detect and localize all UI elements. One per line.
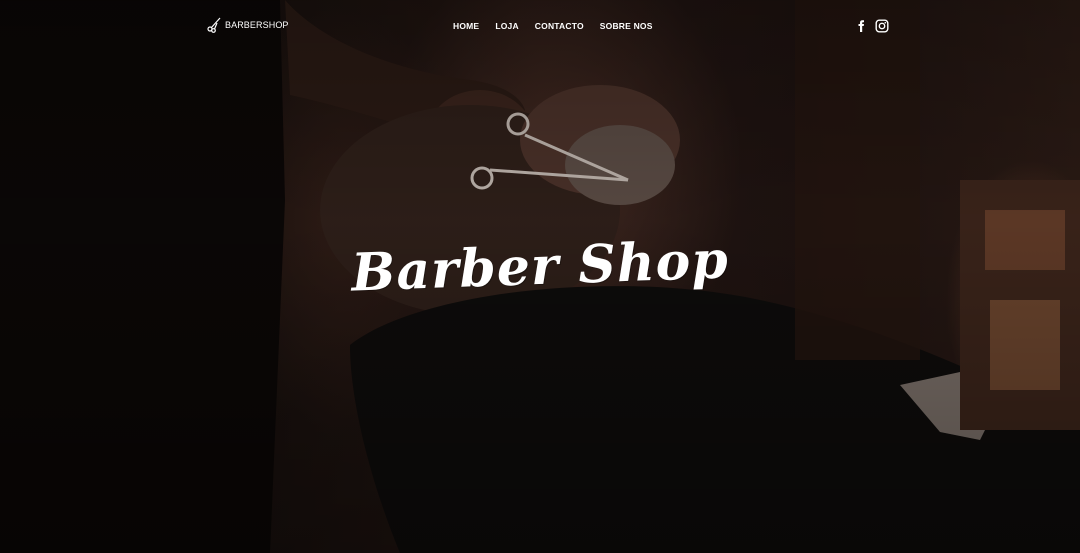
hero-section: BARBERSHOP HOME LOJA CONTACTO SOBRE NOS [0, 0, 1080, 553]
nav-link-home[interactable]: HOME [453, 21, 479, 31]
nav-link-contacto[interactable]: CONTACTO [535, 21, 584, 31]
brand-logo[interactable]: BARBERSHOP [207, 17, 289, 33]
menu-item-loja: LOJA [495, 21, 518, 31]
brand-name: BARBERSHOP [225, 20, 289, 30]
instagram-icon [875, 19, 889, 33]
menu-item-contacto: CONTACTO [535, 21, 584, 31]
top-navbar: BARBERSHOP HOME LOJA CONTACTO SOBRE NOS [0, 0, 1080, 52]
facebook-icon [858, 20, 864, 32]
scissors-icon [207, 17, 221, 33]
menu-item-home: HOME [453, 21, 479, 31]
main-menu: HOME LOJA CONTACTO SOBRE NOS [453, 21, 653, 31]
facebook-link[interactable] [855, 19, 869, 33]
nav-link-sobre-nos[interactable]: SOBRE NOS [600, 21, 653, 31]
social-links [855, 19, 889, 33]
nav-link-loja[interactable]: LOJA [495, 21, 518, 31]
instagram-link[interactable] [875, 19, 889, 33]
menu-item-sobre-nos: SOBRE NOS [600, 21, 653, 31]
